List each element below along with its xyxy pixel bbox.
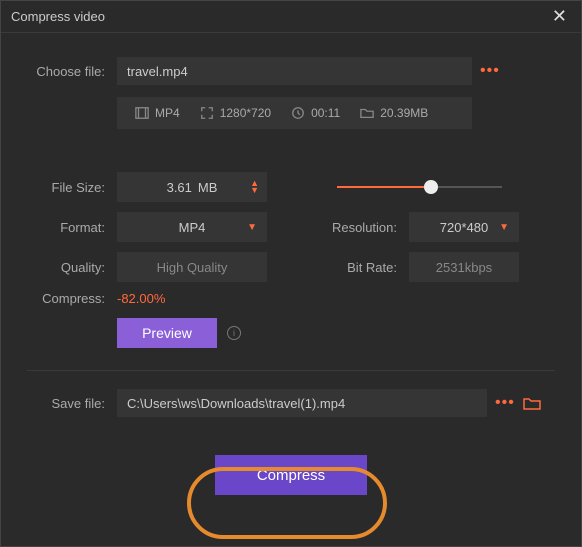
file-size-value: 20.39MB xyxy=(380,106,428,120)
format-label: Format: xyxy=(27,220,117,235)
expand-icon xyxy=(200,106,214,120)
compress-ratio-row: Compress: -82.00% xyxy=(27,291,555,306)
folder-icon xyxy=(360,106,374,120)
settings-left-column: File Size: 3.61 MB ▲▼ Format: MP4 ▼ Qual xyxy=(27,167,297,287)
open-folder-icon[interactable] xyxy=(523,396,541,410)
titlebar: Compress video ✕ xyxy=(1,1,581,33)
resolution-select[interactable]: 720*480 ▼ xyxy=(409,212,519,242)
file-format-info: MP4 xyxy=(135,106,180,120)
filesize-label: File Size: xyxy=(27,180,117,195)
compress-ratio-value: -82.00% xyxy=(117,291,165,306)
bitrate-value: 2531kbps xyxy=(436,260,492,275)
resolution-row: Resolution: 720*480 ▼ xyxy=(327,207,555,247)
format-select[interactable]: MP4 ▼ xyxy=(117,212,267,242)
resolution-value: 720*480 xyxy=(440,220,488,235)
chevron-down-icon: ▼ xyxy=(499,222,509,233)
resolution-label: Resolution: xyxy=(327,220,409,235)
slider-fill xyxy=(337,186,431,188)
film-icon xyxy=(135,106,149,120)
choose-file-input[interactable] xyxy=(117,57,472,85)
bottom-area: Compress xyxy=(27,445,555,495)
save-file-more-icon[interactable]: ••• xyxy=(487,394,523,412)
spinner-arrows-icon[interactable]: ▲▼ xyxy=(250,180,259,194)
chevron-down-icon: ▼ xyxy=(247,222,257,233)
file-size-info: 20.39MB xyxy=(360,106,428,120)
preview-row: Preview i xyxy=(27,318,555,348)
save-file-input[interactable] xyxy=(117,389,487,417)
compress-video-window: Compress video ✕ Choose file: ••• MP4 12… xyxy=(0,0,582,547)
filesize-slider[interactable] xyxy=(337,179,502,195)
close-icon[interactable]: ✕ xyxy=(546,6,573,27)
bitrate-row: Bit Rate: 2531kbps xyxy=(327,247,555,287)
clock-icon xyxy=(291,106,305,120)
bitrate-value-box: 2531kbps xyxy=(409,252,519,282)
filesize-value: 3.61 xyxy=(167,180,192,195)
file-resolution-value: 1280*720 xyxy=(220,106,271,120)
filesize-row: File Size: 3.61 MB ▲▼ xyxy=(27,167,297,207)
format-row: Format: MP4 ▼ xyxy=(27,207,297,247)
file-info-bar: MP4 1280*720 00:11 20.39MB xyxy=(117,97,472,129)
window-title: Compress video xyxy=(11,9,105,24)
filesize-stepper[interactable]: 3.61 MB ▲▼ xyxy=(117,172,267,202)
divider xyxy=(27,370,555,371)
save-file-label: Save file: xyxy=(27,396,117,411)
file-resolution-info: 1280*720 xyxy=(200,106,271,120)
slider-thumb[interactable] xyxy=(424,180,438,194)
quality-value: High Quality xyxy=(157,260,228,275)
save-file-row: Save file: ••• xyxy=(27,389,555,417)
info-icon[interactable]: i xyxy=(227,326,241,340)
file-duration-value: 00:11 xyxy=(311,106,340,120)
content-area: Choose file: ••• MP4 1280*720 00:11 20.3… xyxy=(1,33,581,495)
choose-file-label: Choose file: xyxy=(27,64,117,79)
choose-file-more-icon[interactable]: ••• xyxy=(472,62,508,80)
format-value: MP4 xyxy=(179,220,206,235)
file-duration-info: 00:11 xyxy=(291,106,340,120)
filesize-unit: MB xyxy=(198,180,218,195)
preview-button[interactable]: Preview xyxy=(117,318,217,348)
compress-ratio-label: Compress: xyxy=(27,291,117,306)
bitrate-label: Bit Rate: xyxy=(327,260,409,275)
settings-columns: File Size: 3.61 MB ▲▼ Format: MP4 ▼ Qual xyxy=(27,167,555,287)
compress-button[interactable]: Compress xyxy=(215,455,367,495)
filesize-slider-row xyxy=(327,167,555,207)
settings-right-column: Resolution: 720*480 ▼ Bit Rate: 2531kbps xyxy=(327,167,555,287)
file-format-value: MP4 xyxy=(155,106,180,120)
choose-file-row: Choose file: ••• xyxy=(27,57,555,85)
quality-row: Quality: High Quality xyxy=(27,247,297,287)
quality-label: Quality: xyxy=(27,260,117,275)
quality-value-box: High Quality xyxy=(117,252,267,282)
